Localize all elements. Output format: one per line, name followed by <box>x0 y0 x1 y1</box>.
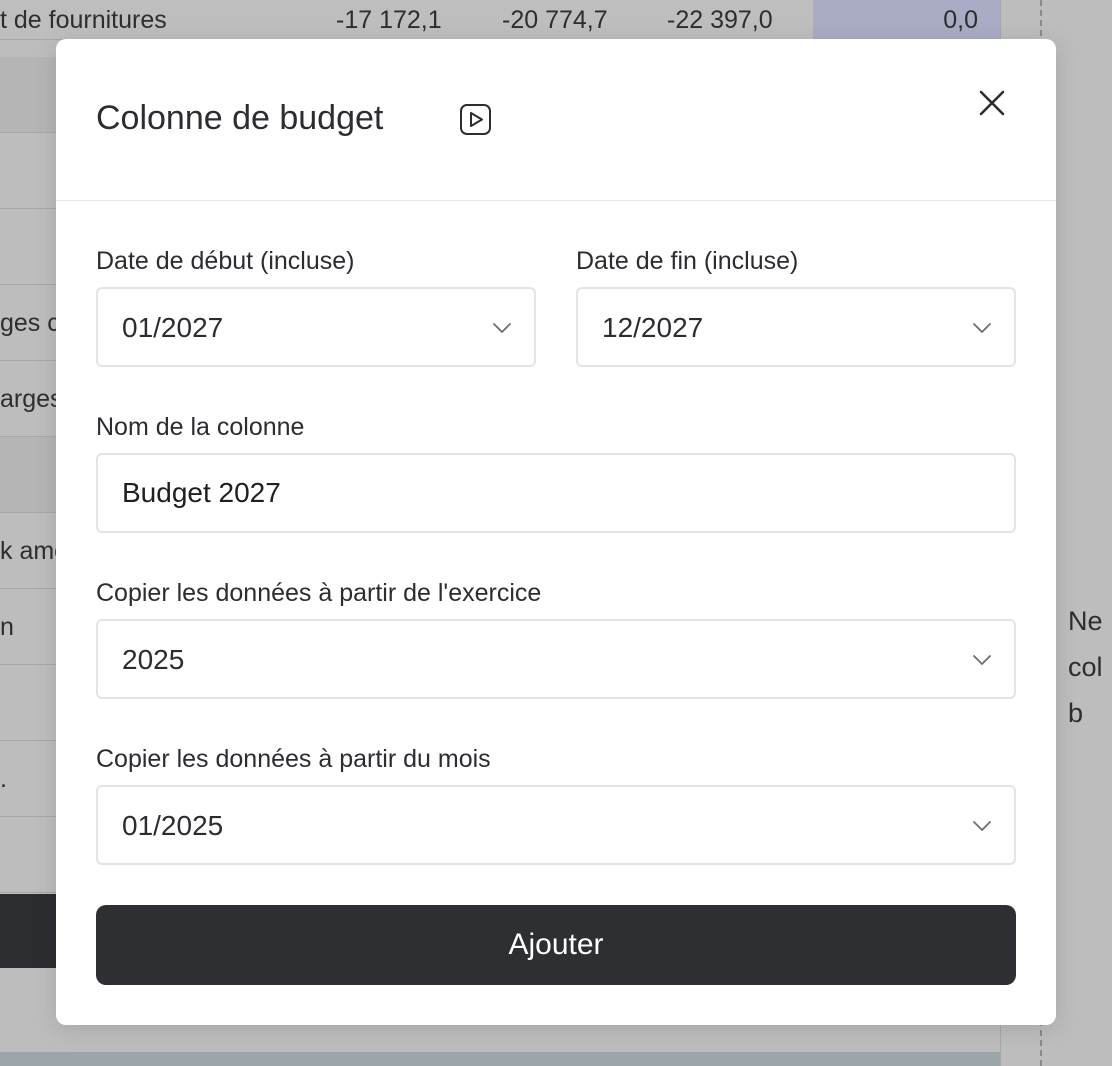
column-name-label: Nom de la colonne <box>96 413 305 441</box>
background-row: k amo <box>0 513 68 589</box>
row-label: . <box>0 765 7 793</box>
start-date-value: 01/2027 <box>122 312 224 343</box>
table-cell: -22 397,0 <box>667 6 773 34</box>
dialog-title: Colonne de budget <box>96 99 384 137</box>
start-date-label: Date de début (incluse) <box>96 247 355 275</box>
background-row <box>0 437 60 513</box>
chevron-down-icon <box>493 323 511 333</box>
background-bottom-strip <box>0 1052 1000 1066</box>
close-button[interactable] <box>972 83 1012 123</box>
chevron-down-icon <box>973 821 991 831</box>
budget-column-dialog: Colonne de budget Date de début (incluse… <box>56 39 1056 1025</box>
end-date-select[interactable]: 12/2027 <box>576 287 1016 367</box>
row-label: n <box>0 613 14 641</box>
column-name-input[interactable] <box>98 455 1014 531</box>
background-row: n <box>0 589 60 665</box>
copy-month-label: Copier les données à partir du mois <box>96 745 491 773</box>
copy-fiscal-year-select[interactable]: 2025 <box>96 619 1016 699</box>
copy-fiscal-year-value: 2025 <box>122 644 185 675</box>
start-date-select[interactable]: 01/2027 <box>96 287 536 367</box>
add-button[interactable]: Ajouter <box>96 905 1016 985</box>
background-row <box>0 209 60 285</box>
row-label: t de fournitures <box>0 6 167 34</box>
chevron-down-icon <box>973 323 991 333</box>
table-cell: -17 172,1 <box>336 6 442 34</box>
play-video-icon[interactable] <box>459 103 492 136</box>
table-cell: 0,0 <box>943 6 978 34</box>
copy-month-value: 01/2025 <box>122 810 224 841</box>
background-row <box>0 817 60 893</box>
end-date-value: 12/2027 <box>602 312 704 343</box>
row-label: ges c <box>0 309 60 337</box>
background-row <box>0 57 60 133</box>
table-cell: -20 774,7 <box>502 6 608 34</box>
background-right-text: Ne col b <box>1068 606 1103 728</box>
close-icon <box>979 90 1005 116</box>
background-dark-button <box>0 894 60 968</box>
dialog-header: Colonne de budget <box>56 39 1056 201</box>
column-name-field <box>96 453 1016 533</box>
background-row: arges <box>0 361 63 437</box>
background-row <box>0 665 60 741</box>
background-table-row: t de fournitures -17 172,1 -20 774,7 -22… <box>0 0 1000 40</box>
highlighted-cell: 0,0 <box>813 0 1000 40</box>
background-row <box>0 133 60 209</box>
end-date-label: Date de fin (incluse) <box>576 247 799 275</box>
copy-fiscal-year-label: Copier les données à partir de l'exercic… <box>96 579 542 607</box>
copy-month-select[interactable]: 01/2025 <box>96 785 1016 865</box>
chevron-down-icon <box>973 655 991 665</box>
background-row: . <box>0 741 60 817</box>
row-label: arges <box>0 385 63 413</box>
background-row: ges c <box>0 285 60 361</box>
